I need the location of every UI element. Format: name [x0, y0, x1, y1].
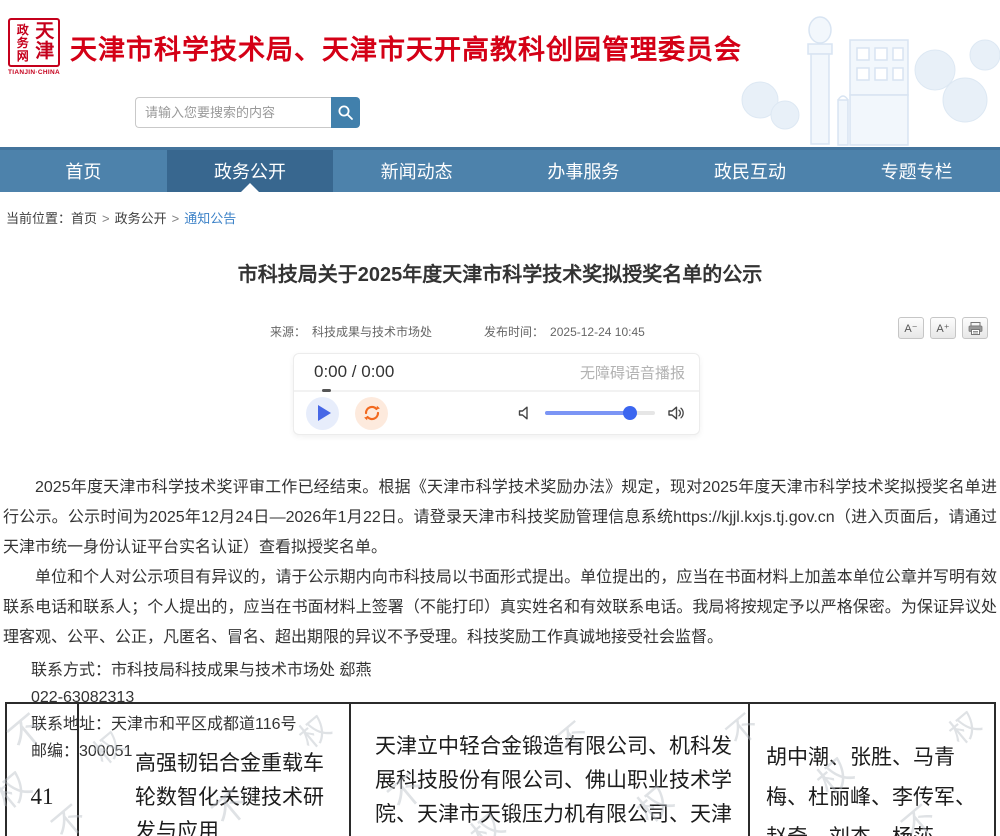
page: 天津 政务网 TIANJIN·CHINA 天津市科学技术局、天津市天开高教科创园…	[0, 0, 1000, 836]
volume-icon[interactable]	[667, 405, 685, 421]
replay-icon	[362, 403, 382, 423]
nav-item-gov-info[interactable]: 政务公开	[167, 150, 334, 192]
player-caption: 无障碍语音播报	[580, 362, 685, 383]
search-bar	[135, 97, 360, 128]
breadcrumb: 当前位置：首页 > 政务公开 > 通知公告	[0, 192, 1000, 227]
award-table-region: 41 高强韧铝合金重载车轮数智化关键技术研发与应用 天津立中轻合金锻造有限公司、…	[5, 702, 994, 836]
seal-caption: TIANJIN·CHINA	[8, 69, 60, 76]
article-meta: 来源： 科技成果与技术市场处 发布时间： 2025-12-24 10:45 A⁻ A⁺	[0, 317, 1000, 343]
font-smaller-button[interactable]: A⁻	[898, 317, 924, 339]
date-value: 2025-12-24 10:45	[550, 325, 645, 339]
volume-slider[interactable]	[545, 411, 655, 415]
table-row: 41 高强韧铝合金重载车轮数智化关键技术研发与应用 天津立中轻合金锻造有限公司、…	[6, 703, 995, 836]
site-logo-seal: 天津 政务网 TIANJIN·CHINA	[8, 18, 60, 76]
nav-item-interaction[interactable]: 政民互动	[667, 150, 834, 192]
nav-item-topics[interactable]: 专题专栏	[833, 150, 1000, 192]
nav-item-services[interactable]: 办事服务	[500, 150, 667, 192]
nav-item-news[interactable]: 新闻动态	[333, 150, 500, 192]
volume-fill	[545, 411, 630, 415]
mute-icon[interactable]	[517, 405, 533, 421]
nav-item-home[interactable]: 首页	[0, 150, 167, 192]
contact-person: 联系方式：市科技局科技成果与技术市场处 郄燕	[3, 657, 997, 684]
cell-organizations: 天津立中轻合金锻造有限公司、机科发展科技股份有限公司、佛山职业技术学院、天津市天…	[350, 703, 749, 836]
source-value: 科技成果与技术市场处	[312, 325, 432, 339]
building-illustration	[730, 0, 1000, 147]
search-icon	[337, 104, 354, 121]
cell-project-name: 高强韧铝合金重载车轮数智化关键技术研发与应用	[78, 703, 350, 836]
breadcrumb-section[interactable]: 政务公开	[115, 211, 167, 226]
seal-text-left: 政务网	[13, 22, 32, 63]
breadcrumb-current[interactable]: 通知公告	[184, 211, 236, 226]
date-label: 发布时间：	[484, 325, 544, 339]
seal-text-right: 天津	[34, 22, 55, 63]
paragraph-1: 2025年度天津市科学技术奖评审工作已经结束。根据《天津市科学技术奖励办法》规定…	[3, 473, 997, 563]
replay-button[interactable]	[355, 397, 388, 430]
award-table: 41 高强韧铝合金重载车轮数智化关键技术研发与应用 天津立中轻合金锻造有限公司、…	[5, 702, 996, 836]
page-title: 市科技局关于2025年度天津市科学技术奖拟授奖名单的公示	[0, 258, 1000, 287]
site-header: 天津 政务网 TIANJIN·CHINA 天津市科学技术局、天津市天开高教科创园…	[0, 0, 1000, 147]
site-title: 天津市科学技术局、天津市天开高教科创园管理委员会	[70, 28, 742, 67]
audio-player: 0:00 / 0:00 无障碍语音播报	[293, 353, 700, 435]
play-button[interactable]	[306, 397, 339, 430]
breadcrumb-prefix: 当前位置：	[6, 211, 71, 226]
play-icon	[318, 405, 331, 421]
cell-awardees: 胡中潮、张胜、马青梅、杜丽峰、李传军、赵奇、刘杰、杨莎	[749, 703, 995, 836]
breadcrumb-separator: >	[172, 211, 180, 226]
cell-row-number: 41	[6, 703, 78, 836]
player-time: 0:00 / 0:00	[314, 362, 394, 382]
search-input[interactable]	[135, 97, 331, 128]
breadcrumb-separator: >	[102, 211, 110, 226]
search-button[interactable]	[331, 97, 360, 128]
breadcrumb-home[interactable]: 首页	[71, 211, 97, 226]
paragraph-2: 单位和个人对公示项目有异议的，请于公示期内向市科技局以书面形式提出。单位提出的，…	[3, 563, 997, 653]
main-nav: 首页 政务公开 新闻动态 办事服务 政民互动 专题专栏	[0, 147, 1000, 192]
print-button[interactable]	[962, 317, 988, 339]
print-icon	[968, 322, 983, 335]
volume-knob[interactable]	[623, 406, 637, 420]
font-larger-button[interactable]: A⁺	[930, 317, 956, 339]
source-label: 来源：	[270, 325, 306, 339]
